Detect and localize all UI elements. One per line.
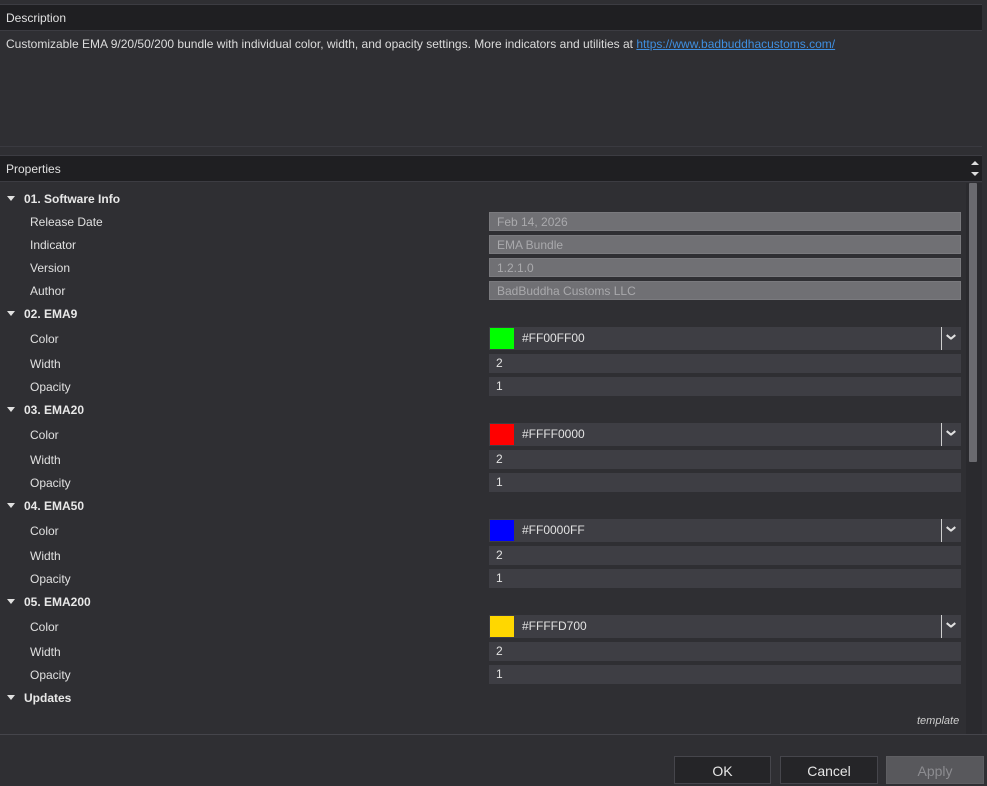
label-ema9-opacity: Opacity [30,380,71,394]
label-ema50-opacity: Opacity [30,572,71,586]
ema200-opacity-input[interactable]: 1 [489,665,961,684]
ema50-color-picker[interactable]: #FF0000FF [489,519,961,542]
label-ema9-width: Width [30,357,61,371]
group-ema200[interactable]: 05. EMA200 [0,591,91,613]
ema20-width-input[interactable]: 2 [489,450,961,469]
group-ema9[interactable]: 02. EMA9 [0,303,77,325]
expand-caret-icon[interactable] [7,196,15,201]
apply-button[interactable]: Apply [886,756,984,784]
group-title: 05. EMA200 [24,595,91,609]
label-ema50-width: Width [30,549,61,563]
ema50-width-input[interactable]: 2 [489,546,961,565]
label-ema200-width: Width [30,645,61,659]
label-ema200-color: Color [30,620,59,634]
label-version: Version [30,261,71,275]
ema20-opacity-input[interactable]: 1 [489,473,961,492]
version-field: 1.2.1.0 [489,258,961,277]
group-title: 02. EMA9 [24,307,78,321]
footer-divider [0,734,987,735]
group-title: Updates [24,691,72,705]
label-author: Author [30,284,66,298]
description-body: Customizable EMA 9/20/50/200 bundle with… [0,31,982,147]
label-ema200-opacity: Opacity [30,668,71,682]
group-title: 01. Software Info [24,192,121,206]
group-ema20[interactable]: 03. EMA20 [0,399,84,421]
color-swatch [490,328,514,349]
group-ema50[interactable]: 04. EMA50 [0,495,84,517]
chevron-down-icon[interactable] [941,615,961,638]
label-ema20-color: Color [30,428,59,442]
expand-caret-icon[interactable] [7,695,15,700]
description-header: Description [0,4,982,31]
group-title: 03. EMA20 [24,403,85,417]
ema9-color-picker[interactable]: #FF00FF00 [489,327,961,350]
ema50-opacity-input[interactable]: 1 [489,569,961,588]
group-software-info[interactable]: 01. Software Info [0,188,120,210]
group-updates[interactable]: Updates [0,687,71,709]
property-grid: 01. Software Info Release Date Feb 14, 2… [0,183,966,735]
template-label: template [917,715,960,727]
color-value: #FF0000FF [522,523,585,537]
scroll-down-icon[interactable] [971,172,979,176]
label-ema20-opacity: Opacity [30,476,71,490]
cancel-button[interactable]: Cancel [780,756,878,784]
color-value: #FF00FF00 [522,331,585,345]
color-swatch [490,424,514,445]
ema200-width-input[interactable]: 2 [489,642,961,661]
ok-button[interactable]: OK [674,756,771,784]
properties-header: Properties [0,155,968,182]
expand-caret-icon[interactable] [7,599,15,604]
chevron-down-icon[interactable] [941,423,961,446]
ema20-color-picker[interactable]: #FFFF0000 [489,423,961,446]
label-ema20-width: Width [30,453,61,467]
ema200-color-picker[interactable]: #FFFFD700 [489,615,961,638]
color-value: #FFFF0000 [522,427,585,441]
color-swatch [490,616,514,637]
group-title: 04. EMA50 [24,499,85,513]
indicator-field: EMA Bundle [489,235,961,254]
label-release-date: Release Date [30,215,103,229]
label-indicator: Indicator [30,238,77,252]
properties-scroll-arrows[interactable] [968,155,982,182]
chevron-down-icon[interactable] [941,327,961,350]
expand-caret-icon[interactable] [7,503,15,508]
expand-caret-icon[interactable] [7,407,15,412]
author-field: BadBuddha Customs LLC [489,281,961,300]
ema9-width-input[interactable]: 2 [489,354,961,373]
label-ema50-color: Color [30,524,59,538]
scroll-up-icon[interactable] [971,161,979,165]
scrollbar-thumb[interactable] [969,183,977,462]
ema9-opacity-input[interactable]: 1 [489,377,961,396]
website-link[interactable]: https://www.badbuddhacustoms.com/ [636,37,835,51]
color-value: #FFFFD700 [522,619,587,633]
label-ema9-color: Color [30,332,59,346]
properties-scrollbar[interactable] [966,183,982,735]
chevron-down-icon[interactable] [941,519,961,542]
expand-caret-icon[interactable] [7,311,15,316]
description-text: Customizable EMA 9/20/50/200 bundle with… [6,37,637,51]
color-swatch [490,520,514,541]
release-date-field: Feb 14, 2026 [489,212,961,231]
